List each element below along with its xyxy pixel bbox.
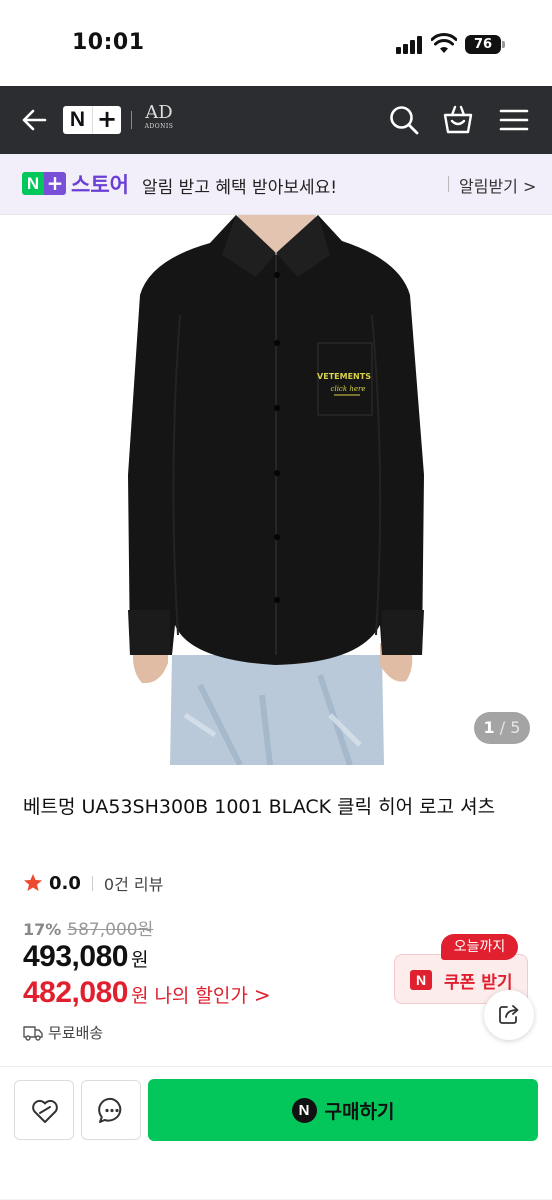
my-discount-label: 나의 할인가 xyxy=(154,985,248,1007)
search-icon[interactable] xyxy=(388,104,420,136)
shirt-print-text: VETEMENTS xyxy=(317,372,371,381)
my-discount-price: 482,080 xyxy=(23,976,128,1009)
share-icon xyxy=(499,1005,519,1024)
product-image[interactable]: VETEMENTS click here xyxy=(0,215,552,765)
hamburger-menu-icon[interactable] xyxy=(498,104,530,136)
wishlist-button[interactable] xyxy=(14,1080,74,1140)
arrow-left-icon[interactable] xyxy=(20,106,48,134)
discount-percent: 17% xyxy=(23,920,62,939)
brand-logo[interactable]: AD ADONIS xyxy=(142,103,176,139)
cellular-signal-icon xyxy=(396,36,424,54)
logo-n: N xyxy=(69,108,86,131)
chevron-right-icon: > xyxy=(253,983,271,1007)
shirt-photo: VETEMENTS click here xyxy=(128,215,424,765)
my-discount-price-row[interactable]: 482,080 원 나의 할인가 > xyxy=(23,976,271,1010)
image-counter-current: 1 xyxy=(483,718,495,737)
brand-mark: AD xyxy=(145,102,173,123)
coupon-deadline-badge: 오늘까지 xyxy=(441,934,518,960)
brand-name: ADONIS xyxy=(144,123,174,130)
promo-store-label: 스토어 xyxy=(71,173,129,197)
wifi-icon xyxy=(431,33,457,53)
rating-row[interactable]: 0.0 0건 리뷰 xyxy=(23,871,163,895)
image-counter: 1 / 5 xyxy=(474,712,530,744)
battery-icon: 76 xyxy=(465,35,501,54)
shipping-info: 무료배송 xyxy=(23,1022,103,1043)
promo-divider xyxy=(448,176,449,192)
naver-plus-store-logo: N + xyxy=(22,172,66,195)
shirt-print-sub: click here xyxy=(331,385,366,393)
truck-icon xyxy=(23,1025,43,1041)
rating-divider xyxy=(91,875,93,891)
store-alert-banner: N + 스토어 알림 받고 혜택 받아보세요! 알림받기 > xyxy=(0,154,552,215)
sale-price-unit: 원 xyxy=(130,949,149,971)
promo-text: 알림 받고 혜택 받아보세요! xyxy=(142,178,338,198)
status-bar: 10:01 76 xyxy=(0,0,552,86)
star-icon xyxy=(24,874,42,891)
my-discount-price-unit: 원 xyxy=(130,985,149,1007)
rating-score: 0.0 xyxy=(49,872,81,894)
coupon-label: 쿠폰 받기 xyxy=(444,973,513,993)
review-count: 0건 리뷰 xyxy=(103,875,164,894)
alert-subscribe-link[interactable]: 알림받기 > xyxy=(459,173,536,197)
logo-plus: + xyxy=(92,106,121,134)
image-counter-total: / 5 xyxy=(499,718,521,737)
chat-bubble-icon xyxy=(98,1097,122,1123)
buy-button[interactable]: N 구매하기 xyxy=(148,1079,538,1141)
share-button[interactable] xyxy=(484,990,534,1040)
naver-pay-icon: N xyxy=(291,1097,317,1123)
sale-price-row: 493,080 원 xyxy=(23,940,148,974)
heart-icon xyxy=(32,1099,58,1123)
shopping-bag-icon[interactable] xyxy=(442,104,474,136)
original-price: 587,000원 xyxy=(67,920,154,940)
discount-row: 17% 587,000원 xyxy=(23,915,153,940)
chat-inquiry-button[interactable] xyxy=(81,1080,141,1140)
product-title: 베트멍 UA53SH300B 1001 BLACK 클릭 히어 로고 셔츠 xyxy=(23,796,496,818)
nav-divider xyxy=(131,111,132,129)
promo-logo-plus: + xyxy=(44,172,66,195)
top-navigation-bar: N + AD ADONIS xyxy=(0,86,552,154)
coupon-n-logo: N xyxy=(410,970,432,990)
naver-plus-logo[interactable]: N + xyxy=(63,106,121,134)
promo-logo-n: N xyxy=(22,172,44,195)
buy-label: 구매하기 xyxy=(324,1100,395,1123)
shipping-text: 무료배송 xyxy=(48,1024,104,1042)
bottom-action-bar: N 구매하기 xyxy=(0,1066,552,1200)
sale-price: 493,080 xyxy=(23,940,128,973)
status-time: 10:01 xyxy=(72,30,145,55)
battery-tip xyxy=(502,41,505,48)
